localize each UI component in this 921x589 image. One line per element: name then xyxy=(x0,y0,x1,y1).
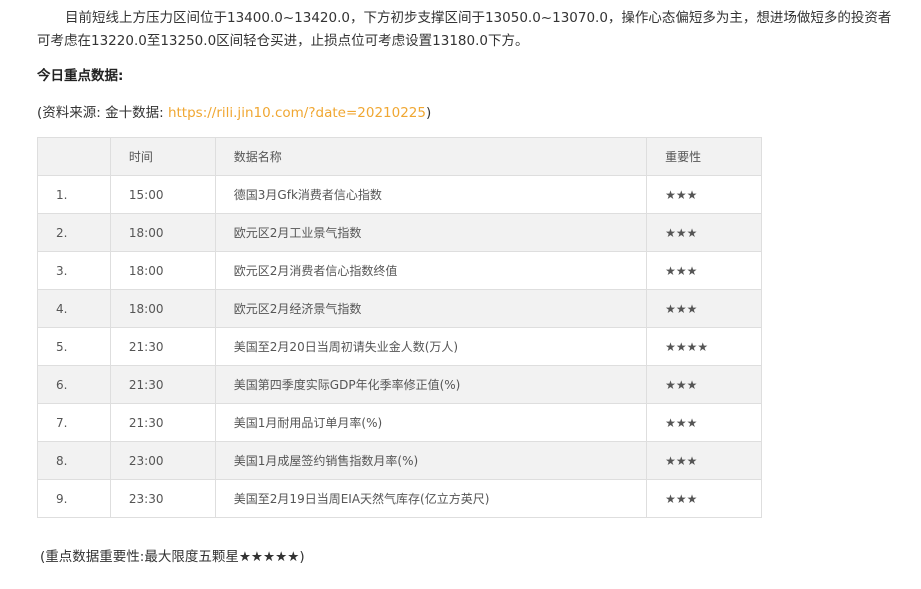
table-row: 9. 23:30 美国至2月19日当周EIA天然气库存(亿立方英尺) ★★★ xyxy=(37,479,762,518)
row-index: 5. xyxy=(37,327,111,366)
header-importance: 重要性 xyxy=(646,137,762,176)
row-index: 2. xyxy=(37,213,111,252)
table-row: 5. 21:30 美国至2月20日当周初请失业金人数(万人) ★★★★ xyxy=(37,327,762,366)
table-row: 8. 23:00 美国1月成屋签约销售指数月率(%) ★★★ xyxy=(37,441,762,480)
row-importance-stars: ★★★ xyxy=(646,403,762,442)
row-importance-stars: ★★★ xyxy=(646,251,762,290)
row-index: 7. xyxy=(37,403,111,442)
table-row: 3. 18:00 欧元区2月消费者信心指数终值 ★★★ xyxy=(37,251,762,290)
row-index: 4. xyxy=(37,289,111,328)
row-time: 23:30 xyxy=(109,479,216,518)
source-link[interactable]: https://rili.jin10.com/?date=20210225 xyxy=(168,105,426,121)
header-index xyxy=(37,137,111,176)
row-importance-stars: ★★★ xyxy=(646,441,762,480)
source-line: (资料来源: 金十数据: https://rili.jin10.com/?dat… xyxy=(37,101,431,121)
row-index: 6. xyxy=(37,365,111,404)
header-data-name: 数据名称 xyxy=(214,137,648,176)
analysis-text: 目前短线上方压力区间位于13400.0~13420.0，下方初步支撑区间于130… xyxy=(37,10,892,49)
row-importance-stars: ★★★ xyxy=(646,289,762,328)
row-index: 1. xyxy=(37,175,111,214)
table-row: 4. 18:00 欧元区2月经济景气指数 ★★★ xyxy=(37,289,762,328)
row-time: 21:30 xyxy=(109,365,216,404)
row-data-name: 美国第四季度实际GDP年化季率修正值(%) xyxy=(214,365,648,404)
row-importance-stars: ★★★ xyxy=(646,213,762,252)
economic-data-table: 时间 数据名称 重要性 1. 15:00 德国3月Gfk消费者信心指数 ★★★ … xyxy=(37,137,762,518)
row-index: 3. xyxy=(37,251,111,290)
row-data-name: 美国至2月20日当周初请失业金人数(万人) xyxy=(214,327,648,366)
row-data-name: 欧元区2月消费者信心指数终值 xyxy=(214,251,648,290)
table-row: 1. 15:00 德国3月Gfk消费者信心指数 ★★★ xyxy=(37,175,762,214)
table-row: 7. 21:30 美国1月耐用品订单月率(%) ★★★ xyxy=(37,403,762,442)
row-index: 9. xyxy=(37,479,111,518)
row-importance-stars: ★★★ xyxy=(646,479,762,518)
table-row: 2. 18:00 欧元区2月工业景气指数 ★★★ xyxy=(37,213,762,252)
row-importance-stars: ★★★ xyxy=(646,175,762,214)
row-time: 15:00 xyxy=(109,175,216,214)
row-data-name: 美国至2月19日当周EIA天然气库存(亿立方英尺) xyxy=(214,479,648,518)
analysis-paragraph: 目前短线上方压力区间位于13400.0~13420.0，下方初步支撑区间于130… xyxy=(37,7,897,53)
row-time: 21:30 xyxy=(109,327,216,366)
source-prefix: (资料来源: 金十数据: xyxy=(37,105,168,121)
table-row: 6. 21:30 美国第四季度实际GDP年化季率修正值(%) ★★★ xyxy=(37,365,762,404)
row-time: 21:30 xyxy=(109,403,216,442)
row-time: 23:00 xyxy=(109,441,216,480)
section-heading: 今日重点数据: xyxy=(37,68,124,84)
row-data-name: 德国3月Gfk消费者信心指数 xyxy=(214,175,648,214)
row-time: 18:00 xyxy=(109,251,216,290)
row-data-name: 欧元区2月工业景气指数 xyxy=(214,213,648,252)
row-importance-stars: ★★★★ xyxy=(646,327,762,366)
row-data-name: 美国1月成屋签约销售指数月率(%) xyxy=(214,441,648,480)
source-suffix: ) xyxy=(425,105,432,121)
row-time: 18:00 xyxy=(109,213,216,252)
importance-note: (重点数据重要性:最大限度五颗星★★★★★) xyxy=(40,549,305,565)
row-data-name: 欧元区2月经济景气指数 xyxy=(214,289,648,328)
header-time: 时间 xyxy=(109,137,216,176)
row-importance-stars: ★★★ xyxy=(646,365,762,404)
row-data-name: 美国1月耐用品订单月率(%) xyxy=(214,403,648,442)
row-time: 18:00 xyxy=(109,289,216,328)
table-header-row: 时间 数据名称 重要性 xyxy=(37,137,762,176)
row-index: 8. xyxy=(37,441,111,480)
